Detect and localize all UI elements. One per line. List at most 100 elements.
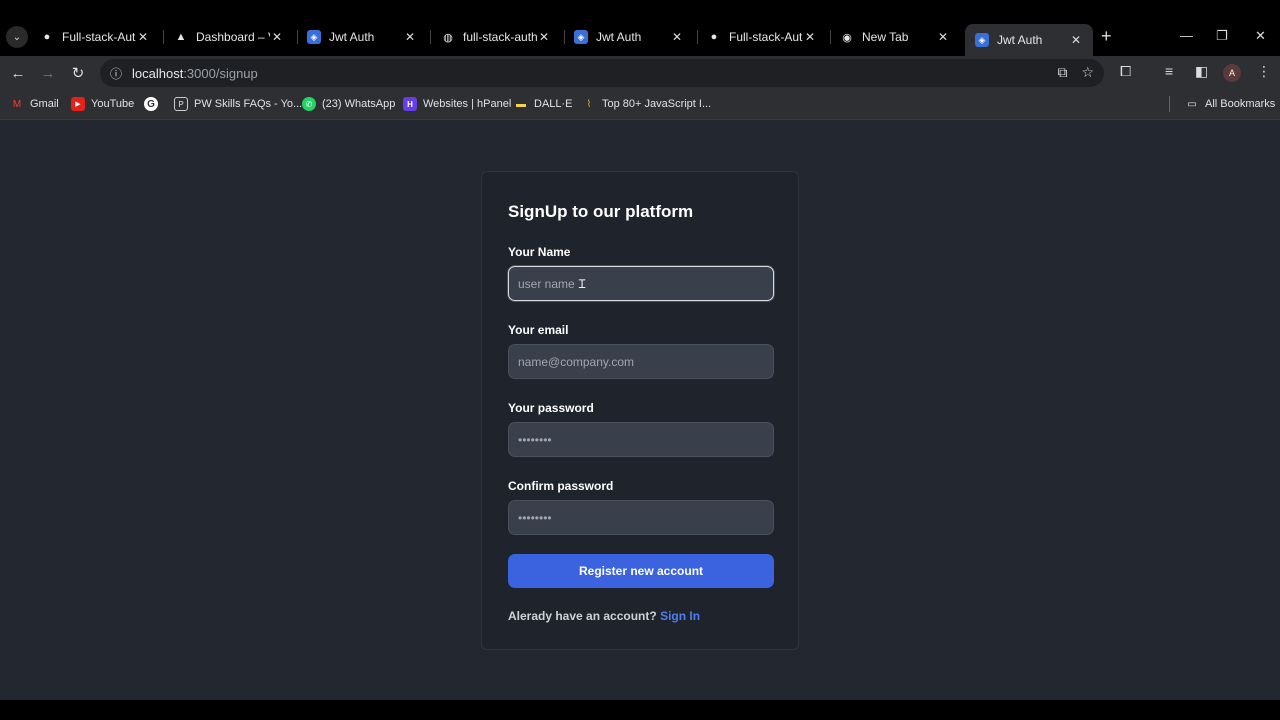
extensions-icon[interactable]: ⧠	[1120, 63, 1131, 80]
omnibox-actions: ⧉ ☆	[1057, 64, 1094, 81]
close-icon[interactable]: ✕	[803, 30, 817, 44]
folder-icon: ▭	[1187, 98, 1197, 110]
tab-strip: ⌄ ● Full-stack-Authi ✕ ▲ Dashboard – Ver…	[0, 0, 1280, 56]
name-label: Your Name	[508, 245, 571, 259]
chrome-icon: ◉	[842, 31, 852, 44]
hostinger-icon: H	[403, 97, 417, 111]
close-icon[interactable]: ✕	[270, 30, 284, 44]
minimize-icon[interactable]: —	[1180, 28, 1193, 43]
page-content: SignUp to our platform Your Name user na…	[0, 120, 1280, 700]
email-placeholder: name@company.com	[518, 354, 635, 369]
tab-3[interactable]: ◈ Jwt Auth ✕	[297, 24, 427, 50]
shield-icon: ◈	[307, 30, 321, 44]
tab-title: Jwt Auth	[997, 33, 1043, 47]
url-text: localhost:3000/signup	[132, 66, 258, 81]
dalle-icon: ▬	[516, 98, 526, 110]
tab-title: Jwt Auth	[329, 30, 375, 44]
bookmark-whatsapp[interactable]: ✆ (23) WhatsApp	[302, 97, 395, 111]
close-icon[interactable]: ✕	[936, 30, 950, 44]
youtube-icon: ▶	[71, 97, 85, 111]
confirm-password-label: Confirm password	[508, 479, 614, 493]
close-icon[interactable]: ✕	[1069, 33, 1083, 47]
password-dots: ••••••••	[518, 432, 552, 447]
page-title: SignUp to our platform	[508, 202, 694, 221]
google-icon: G	[144, 97, 158, 111]
bookmark-javascript[interactable]: ⌇ Top 80+ JavaScript I...	[582, 97, 712, 111]
menu-kebab-icon[interactable]: ⋮	[1257, 63, 1271, 80]
already-text: Alerady have an account?	[508, 609, 661, 623]
bookmark-label: PW Skills FAQs - Yo...	[194, 98, 303, 110]
bookmark-google[interactable]: G	[144, 97, 164, 111]
profile-avatar[interactable]: A	[1223, 64, 1241, 82]
tab-2[interactable]: ▲ Dashboard – Ver ✕	[164, 24, 294, 50]
whatsapp-icon: ✆	[302, 97, 316, 111]
github-icon: ●	[710, 31, 718, 43]
bookmark-label: Gmail	[30, 98, 59, 110]
url-host: localhost	[132, 65, 184, 81]
all-bookmarks-label: All Bookmarks	[1205, 98, 1276, 110]
forward-icon[interactable]: →	[37, 62, 59, 84]
email-input[interactable]: name@company.com	[508, 344, 774, 379]
document-icon: ⌇	[586, 98, 592, 110]
back-icon[interactable]: ←	[7, 62, 29, 84]
new-tab-icon[interactable]: +	[1101, 27, 1112, 45]
site-info-icon[interactable]: ⓘ	[102, 65, 130, 82]
name-input[interactable]: user name Ɪ	[508, 266, 774, 301]
shield-icon: ◈	[975, 33, 989, 47]
bookmark-label: YouTube	[91, 98, 135, 110]
bookmark-label: Top 80+ JavaScript I...	[602, 98, 712, 110]
tab-title: New Tab	[862, 30, 909, 44]
name-placeholder: user name	[518, 276, 575, 291]
password-label: Your password	[508, 401, 594, 415]
gmail-icon: M	[12, 98, 22, 110]
window-close-icon[interactable]: ✕	[1255, 28, 1266, 44]
text-cursor-icon: Ɪ	[578, 277, 586, 291]
restore-icon[interactable]: ❐	[1216, 28, 1228, 44]
signup-card: SignUp to our platform Your Name user na…	[481, 171, 799, 650]
install-app-icon[interactable]: ⧉	[1057, 64, 1067, 81]
signin-link[interactable]: Sign In	[660, 609, 700, 623]
github-icon: ●	[43, 31, 51, 43]
close-icon[interactable]: ✕	[136, 30, 150, 44]
register-button[interactable]: Register new account	[508, 554, 774, 588]
close-icon[interactable]: ✕	[537, 30, 551, 44]
bookmark-youtube[interactable]: ▶ YouTube	[71, 97, 134, 111]
bookmark-label: DALL·E	[534, 98, 573, 110]
password-input[interactable]: ••••••••	[508, 422, 774, 457]
media-controls-icon[interactable]: ≡	[1165, 63, 1173, 79]
all-bookmarks-button[interactable]: ▭ All Bookmarks	[1185, 97, 1275, 111]
bookmark-hpanel[interactable]: H Websites | hPanel	[403, 97, 511, 111]
tab-8-active[interactable]: ◈ Jwt Auth ✕	[965, 24, 1093, 56]
globe-icon: ◍	[443, 31, 453, 44]
bookmark-pw-skills[interactable]: P PW Skills FAQs - Yo...	[174, 97, 302, 111]
tab-title: Full-stack-Authi	[62, 30, 136, 44]
tab-1[interactable]: ● Full-stack-Authi ✕	[30, 24, 160, 50]
browser-toolbar: ← → ↻ ⓘ localhost:3000/signup ⧉ ☆ ⧠ ≡ ◧ …	[0, 56, 1280, 90]
tab-title: Full-stack-Authi	[729, 30, 803, 44]
tab-4[interactable]: ◍ full-stack-authi ✕	[431, 24, 561, 50]
tab-title: Dashboard – Ver	[196, 30, 270, 44]
vercel-icon: ▲	[175, 31, 187, 43]
signin-prompt: Alerady have an account? Sign In	[508, 609, 700, 623]
tab-search-icon[interactable]: ⌄	[6, 26, 28, 48]
bookmark-gmail[interactable]: M Gmail	[10, 97, 59, 111]
confirm-password-input[interactable]: ••••••••	[508, 500, 774, 535]
reload-icon[interactable]: ↻	[67, 62, 89, 84]
bookmarks-bar: M Gmail ▶ YouTube G P PW Skills FAQs - Y…	[0, 90, 1280, 120]
bookmarks-divider	[1169, 96, 1170, 112]
tab-5[interactable]: ◈ Jwt Auth ✕	[564, 24, 694, 50]
bookmark-dalle[interactable]: ▬ DALL·E	[514, 97, 573, 111]
bookmark-star-icon[interactable]: ☆	[1081, 64, 1094, 81]
address-bar[interactable]: ⓘ localhost:3000/signup ⧉ ☆	[100, 59, 1104, 87]
url-path: :3000/signup	[183, 65, 258, 81]
close-icon[interactable]: ✕	[403, 30, 417, 44]
tab-6[interactable]: ● Full-stack-Authi ✕	[697, 24, 827, 50]
side-panel-icon[interactable]: ◧	[1195, 63, 1208, 80]
pw-skills-icon: P	[174, 97, 188, 111]
close-icon[interactable]: ✕	[670, 30, 684, 44]
shield-icon: ◈	[574, 30, 588, 44]
tab-title: full-stack-authi	[463, 30, 537, 44]
bookmark-label: Websites | hPanel	[423, 98, 512, 110]
tab-7[interactable]: ◉ New Tab ✕	[830, 24, 960, 50]
bookmark-label: (23) WhatsApp	[322, 98, 396, 110]
